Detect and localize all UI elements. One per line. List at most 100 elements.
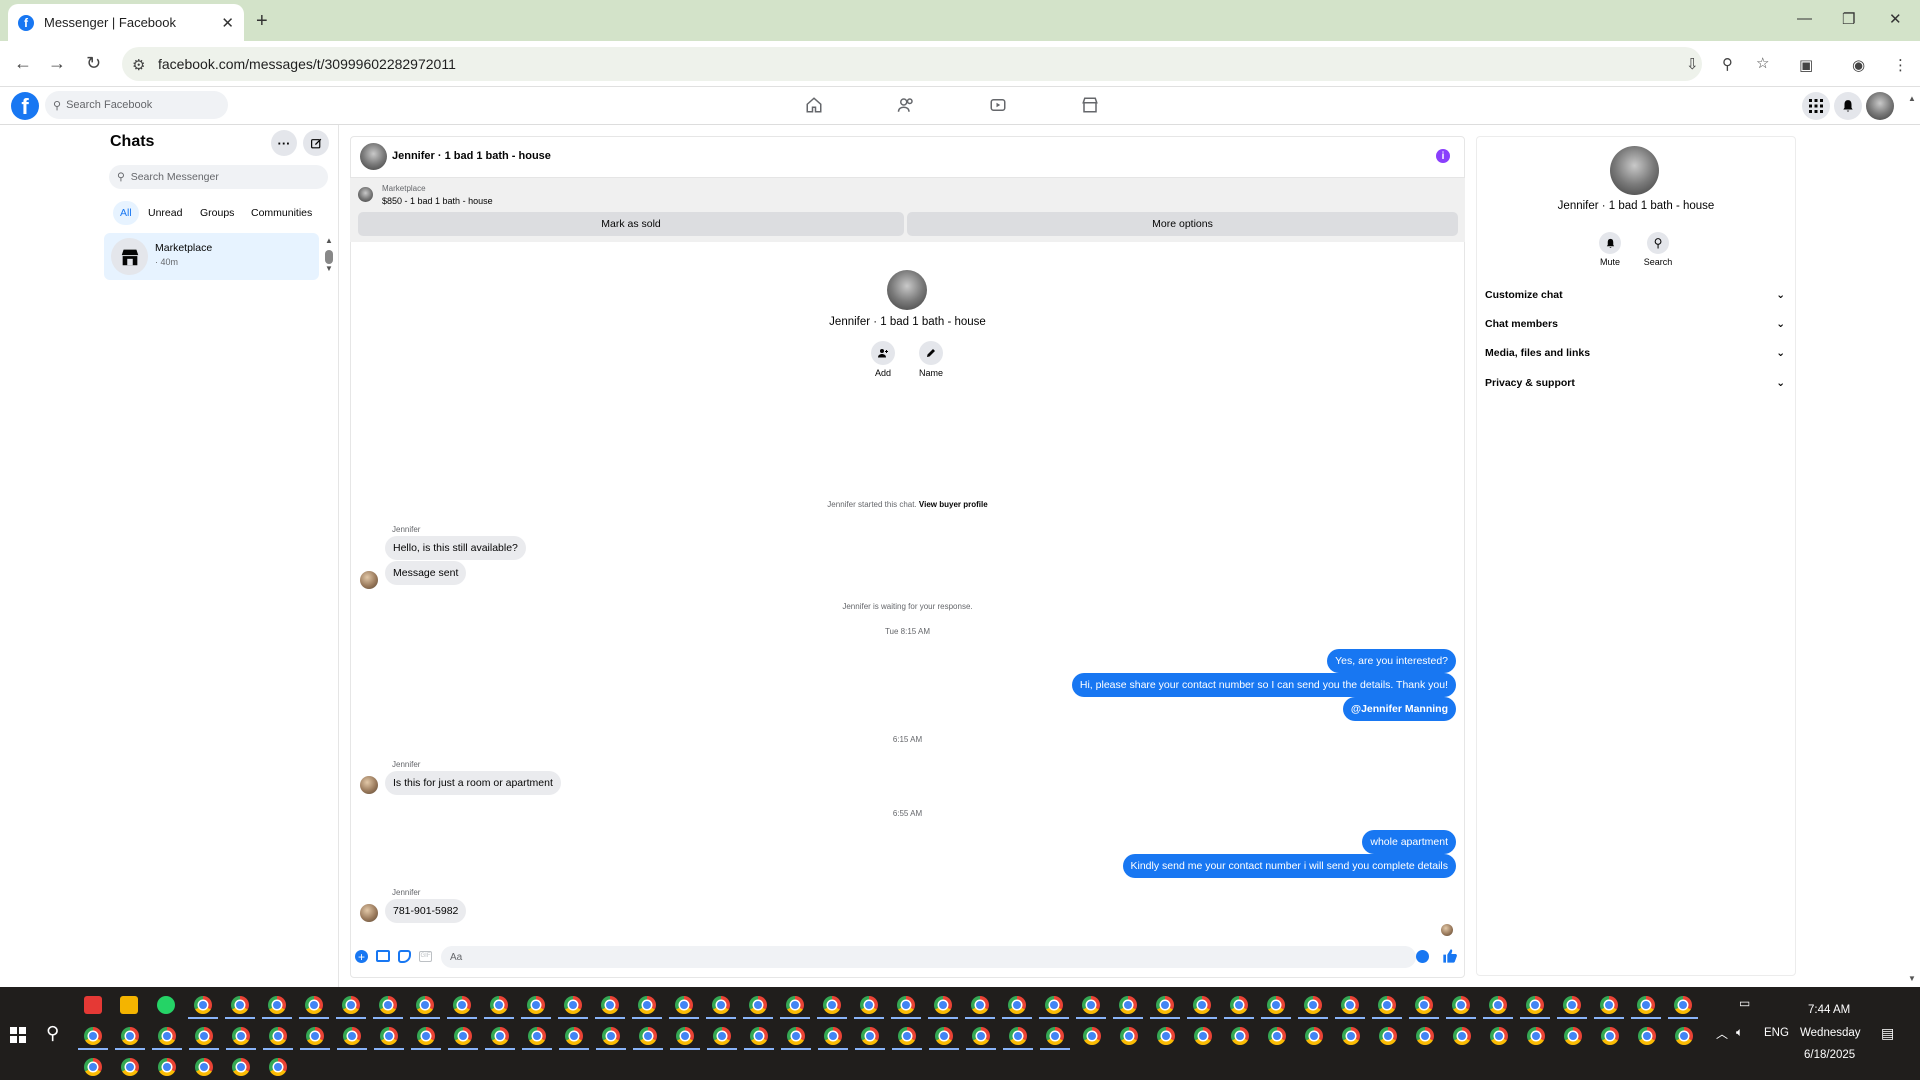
action-center-icon[interactable]: ▤: [1881, 1025, 1894, 1042]
search-icon[interactable]: ⚲: [1647, 232, 1669, 254]
menu-kebab-icon[interactable]: ⋮: [1893, 56, 1908, 74]
clock-date[interactable]: 6/18/2025: [1804, 1049, 1855, 1061]
filter-unread[interactable]: Unread: [141, 201, 189, 225]
profile-avatar[interactable]: [887, 270, 927, 310]
notifications-bell-icon[interactable]: [1834, 92, 1862, 120]
clock-time[interactable]: 7:44 AM: [1808, 1004, 1850, 1016]
messenger-search-input[interactable]: ⚲ Search Messenger: [109, 165, 328, 189]
mute-bell-icon[interactable]: [1599, 232, 1621, 254]
chrome-window-icon[interactable]: [602, 1027, 620, 1045]
tab-search-icon[interactable]: ▣: [1799, 56, 1813, 74]
info-icon[interactable]: i: [1436, 149, 1450, 163]
chrome-window-icon[interactable]: [1416, 1027, 1434, 1045]
chrome-window-icon[interactable]: [84, 1058, 102, 1076]
chrome-window-icon[interactable]: [491, 1027, 509, 1045]
new-message-icon[interactable]: [303, 130, 329, 156]
chrome-window-icon[interactable]: [1231, 1027, 1249, 1045]
forward-icon[interactable]: →: [48, 53, 66, 74]
plus-actions-icon[interactable]: +: [355, 950, 368, 964]
chrome-window-icon[interactable]: [268, 996, 286, 1014]
watch-icon[interactable]: [989, 96, 1007, 114]
mark-as-sold-button[interactable]: Mark as sold: [358, 212, 904, 236]
chrome-window-icon[interactable]: [1526, 996, 1544, 1014]
chrome-window-icon[interactable]: [1157, 1027, 1175, 1045]
privacy-support-section[interactable]: Privacy & support ⌄: [1485, 370, 1785, 396]
chrome-window-icon[interactable]: [1193, 996, 1211, 1014]
filter-groups[interactable]: Groups: [193, 201, 241, 225]
outgoing-message[interactable]: whole apartment: [1362, 830, 1456, 854]
chrome-window-icon[interactable]: [232, 1027, 250, 1045]
chat-members-section[interactable]: Chat members ⌄: [1485, 311, 1785, 337]
chrome-window-icon[interactable]: [269, 1058, 287, 1076]
chrome-window-icon[interactable]: [564, 996, 582, 1014]
incoming-message[interactable]: 781-901-5982: [385, 899, 467, 923]
chrome-window-icon[interactable]: [232, 1058, 250, 1076]
filter-communities[interactable]: Communities: [244, 201, 319, 225]
chrome-window-icon[interactable]: [343, 1027, 361, 1045]
gif-icon[interactable]: GIF: [419, 951, 432, 962]
reload-icon[interactable]: ↻: [86, 53, 101, 74]
chrome-window-icon[interactable]: [1453, 1027, 1471, 1045]
chrome-window-icon[interactable]: [1230, 996, 1248, 1014]
chrome-window-icon[interactable]: [972, 1027, 990, 1045]
close-tab-icon[interactable]: ✕: [221, 14, 234, 32]
thumbs-up-icon[interactable]: [1442, 948, 1458, 964]
chrome-window-icon[interactable]: [1268, 1027, 1286, 1045]
app-icon[interactable]: [84, 996, 102, 1014]
details-avatar[interactable]: [1610, 146, 1659, 195]
chrome-window-icon[interactable]: [1045, 996, 1063, 1014]
outgoing-mention-message[interactable]: @Jennifer Manning: [1342, 697, 1456, 721]
chrome-window-icon[interactable]: [416, 996, 434, 1014]
omnibox[interactable]: ⚙ facebook.com/messages/t/30999602282972…: [122, 47, 1769, 81]
chrome-window-icon[interactable]: [1156, 996, 1174, 1014]
chrome-window-icon[interactable]: [1600, 996, 1618, 1014]
chrome-window-icon[interactable]: [786, 996, 804, 1014]
chrome-window-icon[interactable]: [195, 1027, 213, 1045]
conversation-avatar[interactable]: [360, 143, 387, 170]
sender-avatar[interactable]: [360, 571, 378, 589]
chrome-window-icon[interactable]: [1008, 996, 1026, 1014]
chrome-window-icon[interactable]: [195, 1058, 213, 1076]
photo-icon[interactable]: [376, 950, 390, 962]
notification-area-icon[interactable]: ▭: [1739, 996, 1750, 1010]
chrome-window-icon[interactable]: [417, 1027, 435, 1045]
chrome-window-icon[interactable]: [639, 1027, 657, 1045]
chrome-window-icon[interactable]: [601, 996, 619, 1014]
chrome-window-icon[interactable]: [194, 996, 212, 1014]
scroll-down-arrow-icon[interactable]: ▼: [325, 264, 333, 273]
chrome-window-icon[interactable]: [158, 1058, 176, 1076]
chrome-window-icon[interactable]: [1638, 1027, 1656, 1045]
restore-icon[interactable]: ❐: [1842, 10, 1855, 28]
outgoing-message[interactable]: Yes, are you interested?: [1327, 649, 1456, 673]
more-options-icon[interactable]: ···: [271, 130, 297, 156]
chrome-window-icon[interactable]: [528, 1027, 546, 1045]
chrome-window-icon[interactable]: [379, 996, 397, 1014]
profile-icon[interactable]: ◉: [1852, 56, 1865, 74]
chrome-window-icon[interactable]: [934, 996, 952, 1014]
view-buyer-profile-link[interactable]: View buyer profile: [919, 500, 988, 509]
volume-icon[interactable]: 🔈︎: [1736, 1025, 1743, 1040]
sender-avatar[interactable]: [360, 904, 378, 922]
back-icon[interactable]: ←: [14, 53, 32, 74]
chrome-window-icon[interactable]: [1119, 996, 1137, 1014]
file-explorer-icon[interactable]: [120, 996, 138, 1014]
chrome-window-icon[interactable]: [860, 996, 878, 1014]
edit-name-pencil-icon[interactable]: [919, 341, 943, 365]
chrome-window-icon[interactable]: [305, 996, 323, 1014]
marketplace-icon[interactable]: [1081, 96, 1099, 114]
clock-day[interactable]: Wednesday: [1800, 1027, 1861, 1039]
page-scroll-down-icon[interactable]: ▼: [1908, 974, 1916, 983]
chrome-window-icon[interactable]: [121, 1027, 139, 1045]
chrome-window-icon[interactable]: [1341, 996, 1359, 1014]
new-tab-button[interactable]: +: [256, 10, 268, 33]
chrome-window-icon[interactable]: [84, 1027, 102, 1045]
incoming-message[interactable]: Hello, is this still available?: [385, 536, 526, 560]
language-indicator[interactable]: ENG: [1764, 1027, 1789, 1039]
show-hidden-icons-chevron-icon[interactable]: ︿: [1716, 1025, 1728, 1042]
chrome-window-icon[interactable]: [823, 996, 841, 1014]
chrome-window-icon[interactable]: [1490, 1027, 1508, 1045]
chrome-window-icon[interactable]: [749, 996, 767, 1014]
listing-title[interactable]: $850 - 1 bad 1 bath - house: [382, 196, 493, 206]
chrome-window-icon[interactable]: [787, 1027, 805, 1045]
emoji-icon[interactable]: [1416, 950, 1429, 963]
